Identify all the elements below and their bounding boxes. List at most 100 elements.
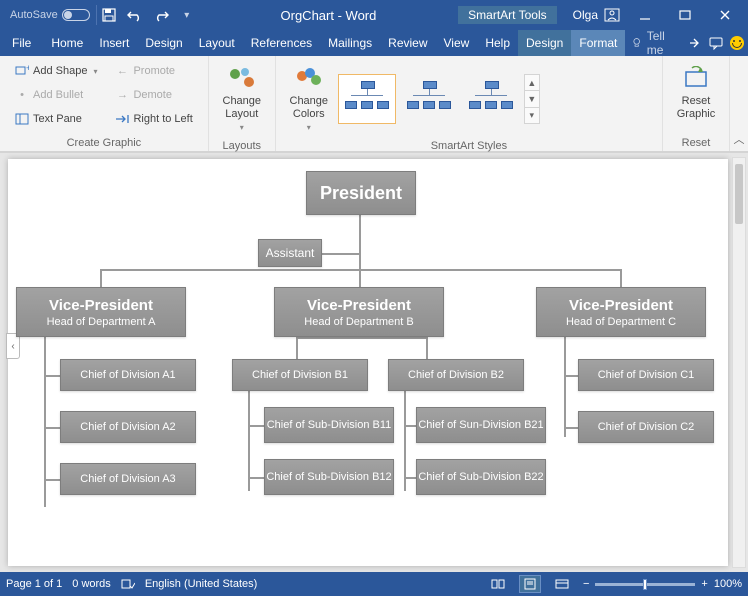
qat-customize-button[interactable]: ▾ [175, 3, 199, 27]
maximize-button[interactable] [670, 0, 700, 30]
right-to-left-button[interactable]: Right to Left [110, 108, 197, 130]
demote-button: →Demote [110, 84, 197, 106]
styles-gallery: ▲ ▼ ▾ [336, 60, 542, 138]
node-president[interactable]: President [306, 171, 416, 215]
account-button[interactable]: Olga [573, 8, 620, 22]
node-div-b1[interactable]: Chief of Division B1 [232, 359, 368, 391]
node-div-a2[interactable]: Chief of Division A2 [60, 411, 196, 443]
undo-button[interactable] [123, 3, 147, 27]
add-shape-button[interactable]: +Add Shape▾ [10, 60, 102, 82]
tab-review[interactable]: Review [380, 30, 435, 56]
scrollbar-thumb[interactable] [735, 164, 743, 224]
tab-smartart-format[interactable]: Format [571, 30, 625, 56]
document-area: ‹ President As [0, 152, 748, 572]
lightbulb-icon [631, 36, 642, 50]
read-mode-button[interactable] [487, 575, 509, 593]
ribbon: +Add Shape▾ •Add Bullet Text Pane ←Promo… [0, 56, 748, 152]
feedback-button[interactable] [727, 30, 748, 56]
org-chart[interactable]: President Assistant Vice-PresidentHead o… [16, 167, 720, 562]
document-title: OrgChart - Word [199, 8, 458, 23]
close-button[interactable] [710, 0, 740, 30]
web-layout-button[interactable] [551, 575, 573, 593]
vertical-scrollbar[interactable] [732, 157, 746, 568]
group-reset: Reset Graphic Reset [663, 56, 730, 151]
status-bar: Page 1 of 1 0 words English (United Stat… [0, 572, 748, 596]
spellcheck-button[interactable] [121, 578, 135, 590]
collapse-ribbon-button[interactable]: ︿ [730, 56, 748, 151]
node-vp-a[interactable]: Vice-PresidentHead of Department A [16, 287, 186, 337]
node-div-a1[interactable]: Chief of Division A1 [60, 359, 196, 391]
style-thumb-2[interactable] [400, 74, 458, 124]
add-shape-icon: + [15, 64, 29, 78]
reset-graphic-button[interactable]: Reset Graphic [669, 60, 723, 135]
colors-icon [293, 65, 325, 93]
autosave-label: AutoSave [10, 9, 58, 21]
style-thumb-3[interactable] [462, 74, 520, 124]
page[interactable]: ‹ President As [8, 159, 728, 566]
tab-references[interactable]: References [243, 30, 320, 56]
tab-layout[interactable]: Layout [191, 30, 243, 56]
share-button[interactable] [684, 30, 705, 56]
redo-button[interactable] [149, 3, 173, 27]
gallery-expand-button[interactable]: ▾ [525, 107, 539, 123]
change-layout-button[interactable]: Change Layout▾ [215, 60, 269, 138]
zoom-level[interactable]: 100% [714, 578, 742, 590]
node-vp-c[interactable]: Vice-PresidentHead of Department C [536, 287, 706, 337]
user-name: Olga [573, 8, 598, 22]
text-pane-button[interactable]: Text Pane [10, 108, 102, 130]
arrow-right-icon: → [115, 88, 129, 102]
reset-icon [680, 65, 712, 93]
tab-home[interactable]: Home [43, 30, 91, 56]
node-assistant[interactable]: Assistant [258, 239, 322, 267]
title-bar: AutoSave ▾ OrgChart - Word SmartArt Tool… [0, 0, 748, 30]
tab-smartart-design[interactable]: Design [518, 30, 571, 56]
tab-insert[interactable]: Insert [91, 30, 137, 56]
gallery-up-button[interactable]: ▲ [525, 75, 539, 90]
layout-icon [226, 65, 258, 93]
text-pane-icon [15, 112, 29, 126]
zoom-slider[interactable] [595, 583, 695, 586]
node-div-a3[interactable]: Chief of Division A3 [60, 463, 196, 495]
user-frame-icon [604, 8, 620, 22]
style-thumb-1[interactable] [338, 74, 396, 124]
tab-view[interactable]: View [436, 30, 478, 56]
tab-mailings[interactable]: Mailings [320, 30, 380, 56]
language-indicator[interactable]: English (United States) [145, 578, 258, 590]
comments-button[interactable] [705, 30, 726, 56]
node-div-c2[interactable]: Chief of Division C2 [578, 411, 714, 443]
zoom-in-button[interactable]: + [701, 578, 707, 590]
gallery-scroll: ▲ ▼ ▾ [524, 74, 540, 124]
svg-text:+: + [26, 65, 29, 73]
group-label: Reset [669, 135, 723, 149]
rtl-icon [115, 112, 129, 126]
print-layout-button[interactable] [519, 575, 541, 593]
node-div-b2[interactable]: Chief of Division B2 [388, 359, 524, 391]
tab-help[interactable]: Help [477, 30, 518, 56]
zoom-out-button[interactable]: − [583, 578, 589, 590]
node-div-b21[interactable]: Chief of Sun-Division B21 [416, 407, 546, 443]
save-button[interactable] [97, 3, 121, 27]
group-label: Create Graphic [6, 135, 202, 149]
tab-file[interactable]: File [0, 30, 43, 56]
zoom-slider-thumb[interactable] [643, 579, 647, 590]
group-smartart-styles: Change Colors▾ ▲ ▼ ▾ SmartArt Styles [276, 56, 663, 151]
toggle-off-icon [62, 9, 90, 21]
autosave-toggle[interactable]: AutoSave [4, 5, 97, 25]
node-vp-b[interactable]: Vice-PresidentHead of Department B [274, 287, 444, 337]
smiley-icon [730, 36, 744, 50]
word-count[interactable]: 0 words [72, 578, 111, 590]
node-div-b22[interactable]: Chief of Sub-Division B22 [416, 459, 546, 495]
tab-design[interactable]: Design [137, 30, 190, 56]
ribbon-tabs: File Home Insert Design Layout Reference… [0, 30, 748, 56]
group-label: Layouts [215, 138, 269, 152]
group-layouts: Change Layout▾ Layouts [209, 56, 276, 151]
node-div-c1[interactable]: Chief of Division C1 [578, 359, 714, 391]
page-indicator[interactable]: Page 1 of 1 [6, 578, 62, 590]
minimize-button[interactable] [630, 0, 660, 30]
add-bullet-button: •Add Bullet [10, 84, 102, 106]
node-div-b12[interactable]: Chief of Sub-Division B12 [264, 459, 394, 495]
tell-me-search[interactable]: Tell me [625, 30, 683, 56]
change-colors-button[interactable]: Change Colors▾ [282, 60, 336, 138]
node-div-b11[interactable]: Chief of Sub-Division B11 [264, 407, 394, 443]
gallery-down-button[interactable]: ▼ [525, 90, 539, 106]
